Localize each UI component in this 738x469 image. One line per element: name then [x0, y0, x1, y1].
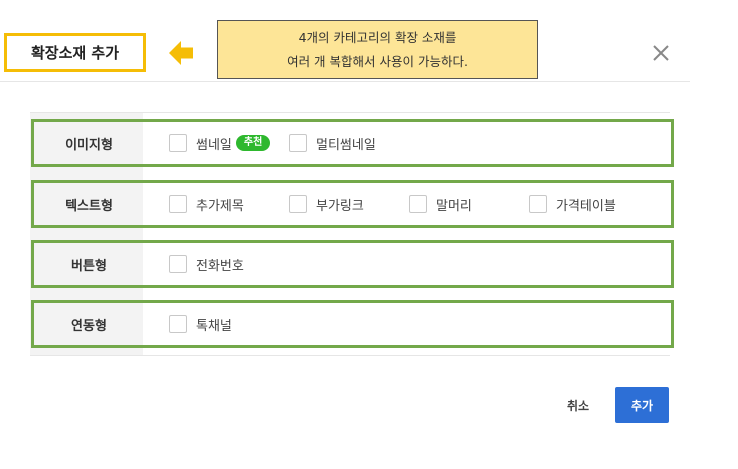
option-label: 전화번호 — [196, 258, 244, 274]
option-thumbnail[interactable]: 썸네일 추천 — [169, 122, 271, 164]
callout-line-2: 여러 개 복합해서 사용이 가능하다. — [287, 53, 468, 69]
close-icon[interactable] — [651, 43, 671, 63]
checkbox[interactable] — [169, 315, 187, 333]
checkbox[interactable] — [169, 255, 187, 273]
annotation-callout: 4개의 카테고리의 확장 소재를 여러 개 복합해서 사용이 가능하다. — [217, 20, 538, 79]
option-extra-link[interactable]: 부가링크 — [289, 183, 364, 225]
option-label: 부가링크 — [316, 198, 364, 214]
option-price-table[interactable]: 가격테이블 — [529, 183, 616, 225]
cancel-button[interactable]: 취소 — [553, 387, 603, 423]
option-label: 가격테이블 — [556, 198, 616, 214]
checkbox[interactable] — [409, 195, 427, 213]
table-bottom-border — [30, 355, 670, 356]
row-button-type: 버튼형 전화번호 — [31, 240, 674, 288]
row-text-type: 텍스트형 추가제목 부가링크 말머리 가격테이블 — [31, 180, 674, 228]
option-multi-thumbnail[interactable]: 멀티썸네일 — [289, 122, 376, 164]
option-extra-title[interactable]: 추가제목 — [169, 183, 244, 225]
option-phone-number[interactable]: 전화번호 — [169, 243, 244, 285]
row-label: 이미지형 — [65, 137, 113, 153]
option-label: 추가제목 — [196, 198, 244, 214]
recommend-badge: 추천 — [235, 135, 271, 151]
row-image-type: 이미지형 썸네일 추천 멀티썸네일 — [31, 119, 674, 167]
option-talk-channel[interactable]: 톡채널 — [169, 303, 232, 345]
option-label: 말머리 — [436, 198, 472, 214]
dialog-title: 확장소재 추가 — [4, 33, 146, 72]
option-label: 썸네일 — [196, 137, 232, 153]
option-label: 멀티썸네일 — [316, 137, 376, 153]
row-label: 연동형 — [71, 318, 107, 334]
row-label: 텍스트형 — [65, 198, 113, 214]
option-label: 톡채널 — [196, 318, 232, 334]
header-divider — [0, 81, 690, 82]
arrow-left-icon — [169, 41, 193, 65]
checkbox[interactable] — [289, 134, 307, 152]
callout-line-1: 4개의 카테고리의 확장 소재를 — [298, 29, 457, 45]
checkbox[interactable] — [169, 134, 187, 152]
add-button[interactable]: 추가 — [615, 387, 669, 423]
checkbox[interactable] — [289, 195, 307, 213]
row-label: 버튼형 — [71, 258, 107, 274]
row-linked-type: 연동형 톡채널 — [31, 300, 674, 348]
option-prefix[interactable]: 말머리 — [409, 183, 472, 225]
checkbox[interactable] — [169, 195, 187, 213]
checkbox[interactable] — [529, 195, 547, 213]
